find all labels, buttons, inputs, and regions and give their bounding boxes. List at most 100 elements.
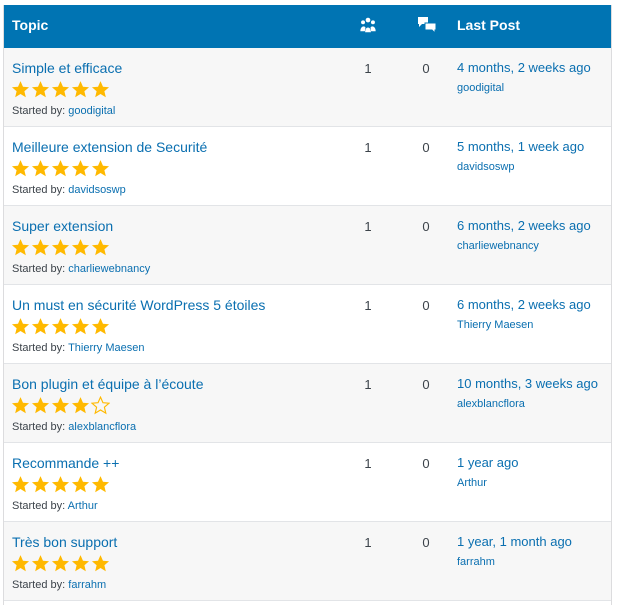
last-post-time-link[interactable]: 4 months, 2 weeks ago bbox=[457, 60, 591, 75]
last-post-author-link[interactable]: goodigital bbox=[457, 82, 504, 94]
author-link[interactable]: goodigital bbox=[68, 105, 115, 117]
star-filled-icon bbox=[51, 81, 70, 98]
last-post-author-link[interactable]: Thierry Maesen bbox=[457, 319, 533, 331]
star-filled-icon bbox=[11, 239, 30, 256]
voices-count: 1 bbox=[364, 456, 372, 471]
voices-icon bbox=[360, 17, 376, 33]
started-by: Started by: farrahm bbox=[12, 579, 106, 591]
star-rating bbox=[11, 238, 110, 258]
topic-list: Simple et efficace Started by: goodigital… bbox=[4, 48, 611, 601]
last-post-time-link[interactable]: 6 months, 2 weeks ago bbox=[457, 218, 591, 233]
author-link[interactable]: alexblancflora bbox=[68, 421, 136, 433]
topic-row: Super extension Started by: charliewebnan… bbox=[4, 206, 611, 285]
star-filled-icon bbox=[31, 239, 50, 256]
star-filled-icon bbox=[11, 555, 30, 572]
last-post-time-link[interactable]: 6 months, 2 weeks ago bbox=[457, 297, 591, 312]
star-filled-icon bbox=[71, 476, 90, 493]
star-filled-icon bbox=[31, 397, 50, 414]
replies-count: 0 bbox=[422, 535, 430, 550]
last-post-time-link[interactable]: 1 year ago bbox=[457, 455, 518, 470]
star-filled-icon bbox=[51, 555, 70, 572]
table-header: Topic Last Post bbox=[4, 5, 611, 48]
star-filled-icon bbox=[51, 239, 70, 256]
topic-row: Bon plugin et équipe à l’écoute Started b… bbox=[4, 364, 611, 443]
star-filled-icon bbox=[51, 397, 70, 414]
replies-count: 0 bbox=[422, 377, 430, 392]
star-filled-icon bbox=[71, 81, 90, 98]
star-empty-icon bbox=[91, 396, 110, 415]
topic-title-link[interactable]: Très bon support bbox=[12, 534, 117, 550]
started-by: Started by: Arthur bbox=[12, 500, 98, 512]
last-post-author-link[interactable]: farrahm bbox=[457, 556, 495, 568]
star-filled-icon bbox=[31, 160, 50, 177]
replies-count: 0 bbox=[422, 298, 430, 313]
topic-row: Recommande ++ Started by: Arthur 1 0 1 year … bbox=[4, 443, 611, 522]
star-rating bbox=[11, 554, 110, 574]
star-filled-icon bbox=[11, 81, 30, 98]
topic-title-link[interactable]: Recommande ++ bbox=[12, 455, 119, 471]
star-filled-icon bbox=[71, 555, 90, 572]
replies-count: 0 bbox=[422, 456, 430, 471]
star-filled-icon bbox=[51, 318, 70, 335]
last-post-author-link[interactable]: charliewebnancy bbox=[457, 240, 539, 252]
topic-title-link[interactable]: Un must en sécurité WordPress 5 étoiles bbox=[12, 297, 265, 313]
star-filled-icon bbox=[31, 476, 50, 493]
author-link[interactable]: farrahm bbox=[68, 579, 106, 591]
last-post-time-link[interactable]: 1 year, 1 month ago bbox=[457, 534, 572, 549]
star-filled-icon bbox=[11, 397, 30, 414]
last-post-time-link[interactable]: 5 months, 1 week ago bbox=[457, 139, 584, 154]
star-filled-icon bbox=[91, 81, 110, 98]
star-filled-icon bbox=[31, 318, 50, 335]
topic-title-link[interactable]: Super extension bbox=[12, 218, 113, 234]
started-by-label: Started by: bbox=[12, 579, 66, 591]
topic-title-link[interactable]: Bon plugin et équipe à l’écoute bbox=[12, 376, 203, 392]
star-rating bbox=[11, 159, 110, 179]
star-filled-icon bbox=[31, 81, 50, 98]
star-filled-icon bbox=[51, 160, 70, 177]
star-filled-icon bbox=[91, 318, 110, 335]
star-filled-icon bbox=[11, 160, 30, 177]
last-post-column-header: Last Post bbox=[457, 17, 521, 33]
star-filled-icon bbox=[71, 160, 90, 177]
last-post-author-link[interactable]: alexblancflora bbox=[457, 398, 525, 410]
voices-count: 1 bbox=[364, 219, 372, 234]
topic-row: Très bon support Started by: farrahm 1 0 1 y… bbox=[4, 522, 611, 601]
star-filled-icon bbox=[71, 239, 90, 256]
author-link[interactable]: charliewebnancy bbox=[68, 263, 150, 275]
started-by-label: Started by: bbox=[12, 105, 66, 117]
author-link[interactable]: davidsoswp bbox=[68, 184, 125, 196]
started-by: Started by: Thierry Maesen bbox=[12, 342, 144, 354]
replies-count: 0 bbox=[422, 61, 430, 76]
star-filled-icon bbox=[11, 476, 30, 493]
topic-title-link[interactable]: Simple et efficace bbox=[12, 60, 122, 76]
voices-count: 1 bbox=[364, 535, 372, 550]
author-link[interactable]: Thierry Maesen bbox=[68, 342, 144, 354]
last-post-author-link[interactable]: Arthur bbox=[457, 477, 487, 489]
star-filled-icon bbox=[31, 555, 50, 572]
started-by-label: Started by: bbox=[12, 184, 66, 196]
topic-column-header: Topic bbox=[12, 17, 49, 33]
topic-row: Un must en sécurité WordPress 5 étoiles S… bbox=[4, 285, 611, 364]
last-post-time-link[interactable]: 10 months, 3 weeks ago bbox=[457, 376, 598, 391]
star-filled-icon bbox=[11, 318, 30, 335]
topic-row: Simple et efficace Started by: goodigital… bbox=[4, 48, 611, 127]
voices-count: 1 bbox=[364, 140, 372, 155]
started-by-label: Started by: bbox=[12, 421, 66, 433]
started-by: Started by: alexblancflora bbox=[12, 421, 136, 433]
replies-icon bbox=[418, 17, 437, 35]
star-filled-icon bbox=[91, 160, 110, 177]
author-link[interactable]: Arthur bbox=[68, 500, 98, 512]
star-filled-icon bbox=[91, 239, 110, 256]
star-filled-icon bbox=[71, 397, 90, 414]
topic-title-link[interactable]: Meilleure extension de Securité bbox=[12, 139, 207, 155]
star-rating bbox=[11, 396, 110, 416]
started-by-label: Started by: bbox=[12, 263, 66, 275]
last-post-author-link[interactable]: davidsoswp bbox=[457, 161, 514, 173]
star-filled-icon bbox=[71, 318, 90, 335]
voices-count: 1 bbox=[364, 377, 372, 392]
started-by-label: Started by: bbox=[12, 342, 66, 354]
star-filled-icon bbox=[91, 555, 110, 572]
topics-table: Topic Last Post Simple et efficace Starte… bbox=[3, 5, 612, 605]
voices-count: 1 bbox=[364, 61, 372, 76]
started-by: Started by: charliewebnancy bbox=[12, 263, 150, 275]
